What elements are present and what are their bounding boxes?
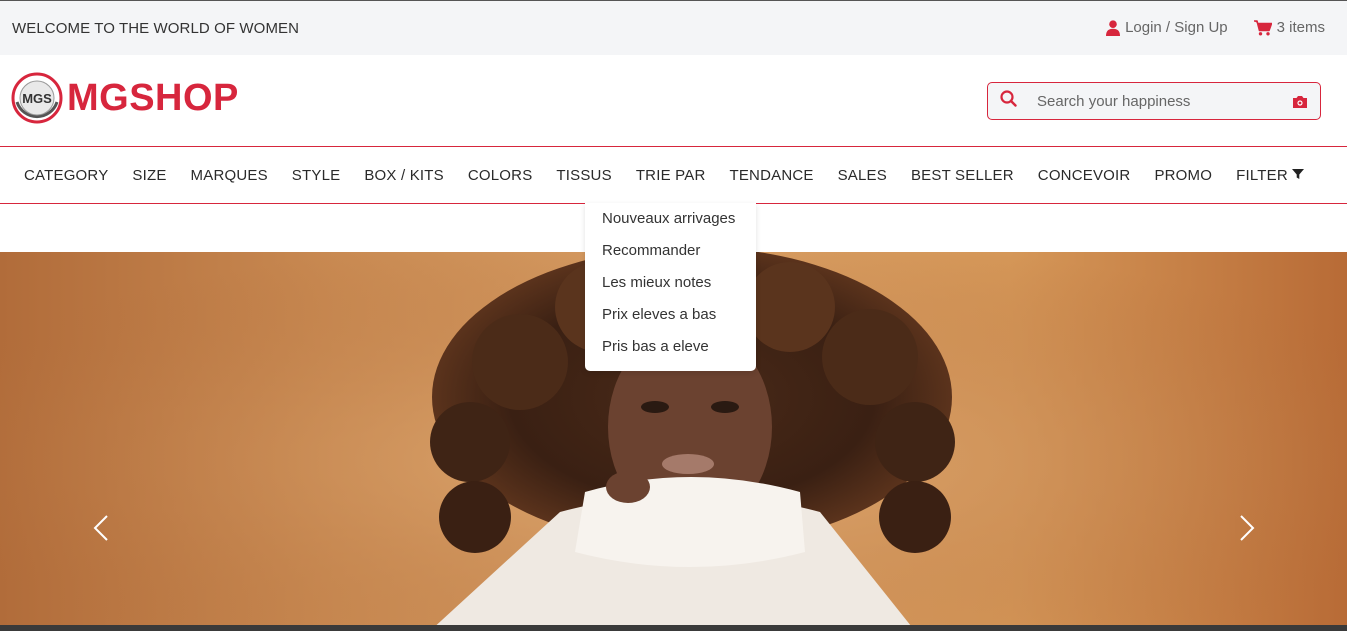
cart-label: 3 items — [1276, 19, 1325, 36]
nav-item-promo[interactable]: PROMO — [1154, 167, 1212, 184]
dropdown-item-pris-bas-eleve[interactable]: Pris bas a eleve — [585, 337, 756, 369]
search-input[interactable] — [1037, 92, 1277, 110]
dropdown-item-prix-eleves-bas[interactable]: Prix eleves a bas — [585, 305, 756, 337]
cart-icon — [1253, 19, 1272, 36]
main-nav: CATEGORY SIZE MARQUES STYLE BOX / KITS C… — [0, 146, 1347, 204]
login-label: Login / Sign Up — [1125, 19, 1228, 36]
login-link[interactable]: Login / Sign Up — [1106, 19, 1228, 36]
carousel-next-arrow-icon[interactable] — [1239, 514, 1255, 547]
sort-dropdown-menu: Nouveaux arrivages Recommander Les mieux… — [585, 203, 756, 371]
nav-item-style[interactable]: STYLE — [292, 167, 341, 184]
hero-bottom-strip — [0, 625, 1347, 631]
nav-item-marques[interactable]: MARQUES — [191, 167, 268, 184]
filter-label: FILTER — [1236, 166, 1288, 184]
top-links: Login / Sign Up 3 items — [1106, 19, 1325, 36]
search-icon[interactable] — [1000, 90, 1017, 112]
nav-item-box-kits[interactable]: BOX / KITS — [364, 167, 444, 184]
nav-item-size[interactable]: SIZE — [132, 167, 166, 184]
nav-item-tendance[interactable]: TENDANCE — [729, 167, 813, 184]
nav-item-filter[interactable]: FILTER — [1236, 167, 1304, 184]
logo-badge-icon: MGS — [11, 72, 63, 124]
nav-item-category[interactable]: CATEGORY — [24, 167, 108, 184]
top-bar: WELCOME TO THE WORLD OF WOMEN Login / Si… — [0, 0, 1347, 55]
nav-item-tissus[interactable]: TISSUS — [556, 167, 611, 184]
cart-link[interactable]: 3 items — [1253, 19, 1325, 36]
svg-text:MGS: MGS — [22, 91, 52, 106]
nav-item-concevoir[interactable]: CONCEVOIR — [1038, 167, 1131, 184]
header: MGS MGSHOP — [0, 55, 1347, 147]
dropdown-item-recommander[interactable]: Recommander — [585, 241, 756, 273]
logo[interactable]: MGS MGSHOP — [11, 72, 239, 124]
user-icon — [1106, 19, 1121, 36]
nav-item-best-seller[interactable]: BEST SELLER — [911, 167, 1014, 184]
camera-icon[interactable] — [1292, 95, 1308, 114]
nav-item-trie-par[interactable]: TRIE PAR — [636, 167, 706, 184]
logo-text: MGSHOP — [67, 76, 239, 119]
welcome-message: WELCOME TO THE WORLD OF WOMEN — [12, 20, 300, 37]
filter-icon — [1291, 167, 1304, 184]
carousel-prev-arrow-icon[interactable] — [93, 514, 109, 547]
dropdown-item-nouveaux-arrivages[interactable]: Nouveaux arrivages — [585, 209, 756, 241]
search-bar — [987, 82, 1321, 120]
nav-item-sales[interactable]: SALES — [838, 167, 887, 184]
nav-item-colors[interactable]: COLORS — [468, 167, 533, 184]
dropdown-item-mieux-notes[interactable]: Les mieux notes — [585, 273, 756, 305]
